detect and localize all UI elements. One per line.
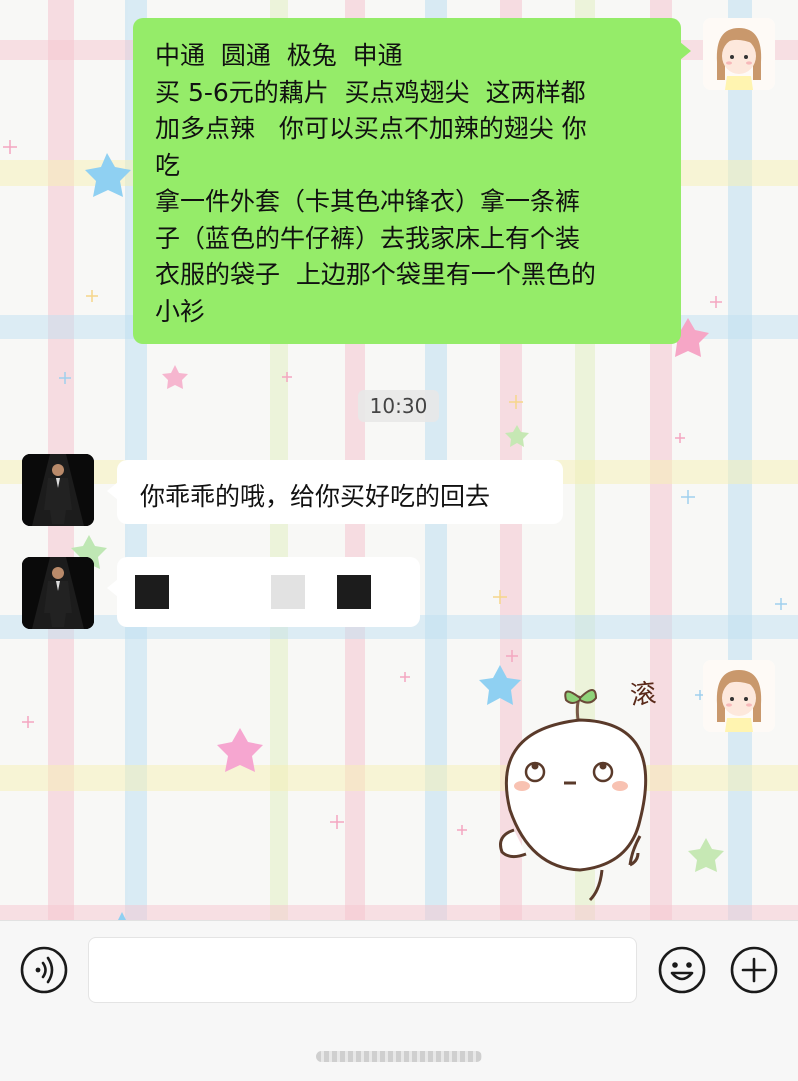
girl-avatar-icon — [703, 660, 775, 732]
message-text: 你乖乖的哦，给你买好吃的回去 — [140, 482, 491, 511]
sprout-bean-sticker-icon — [499, 689, 648, 902]
redacted-block — [271, 575, 305, 609]
message-line: 买 5-6元的藕片 买点鸡翅尖 这两样都 — [155, 77, 586, 107]
voice-icon — [20, 946, 68, 994]
person-photo-icon — [22, 454, 94, 526]
plus-icon — [730, 946, 778, 994]
emoji-button[interactable] — [657, 945, 707, 995]
timestamp: 10:30 — [358, 390, 439, 422]
girl-avatar-icon — [703, 18, 775, 90]
person-photo-icon — [22, 557, 94, 629]
redacted-block — [337, 575, 371, 609]
message-line: 拿一件外套（卡其色冲锋衣）拿一条裤 — [155, 187, 581, 216]
sticker-caption: 滚 — [628, 678, 658, 712]
incoming-message-bubble[interactable]: 你乖乖的哦，给你买好吃的回去 — [107, 460, 563, 524]
voice-button[interactable] — [19, 945, 69, 995]
message-line: 子（蓝色的牛仔裤）去我家床上有个装 — [155, 223, 581, 253]
message-line: 吃 — [155, 150, 181, 180]
home-indicator — [316, 1051, 482, 1062]
message-line: 小衫 — [155, 296, 206, 326]
self-avatar[interactable] — [703, 660, 775, 732]
message-line: 中通 圆通 极兔 申通 — [155, 41, 403, 70]
emoji-icon — [658, 946, 706, 994]
message-line: 加多点辣 你可以买点不加辣的翅尖 你 — [155, 114, 587, 143]
self-avatar[interactable] — [703, 18, 775, 90]
plus-button[interactable] — [729, 945, 779, 995]
redacted-block — [135, 575, 169, 609]
message-input[interactable] — [88, 937, 637, 1003]
sticker-message[interactable]: 滚 — [480, 660, 690, 910]
contact-avatar[interactable] — [22, 557, 94, 629]
incoming-message-bubble[interactable] — [107, 557, 420, 627]
message-line: 衣服的袋子 上边那个袋里有一个黑色的 — [155, 260, 596, 289]
outgoing-message-bubble[interactable]: 中通 圆通 极兔 申通 买 5-6元的藕片 买点鸡翅尖 这两样都 加多点辣 你可… — [133, 18, 691, 344]
contact-avatar[interactable] — [22, 454, 94, 526]
